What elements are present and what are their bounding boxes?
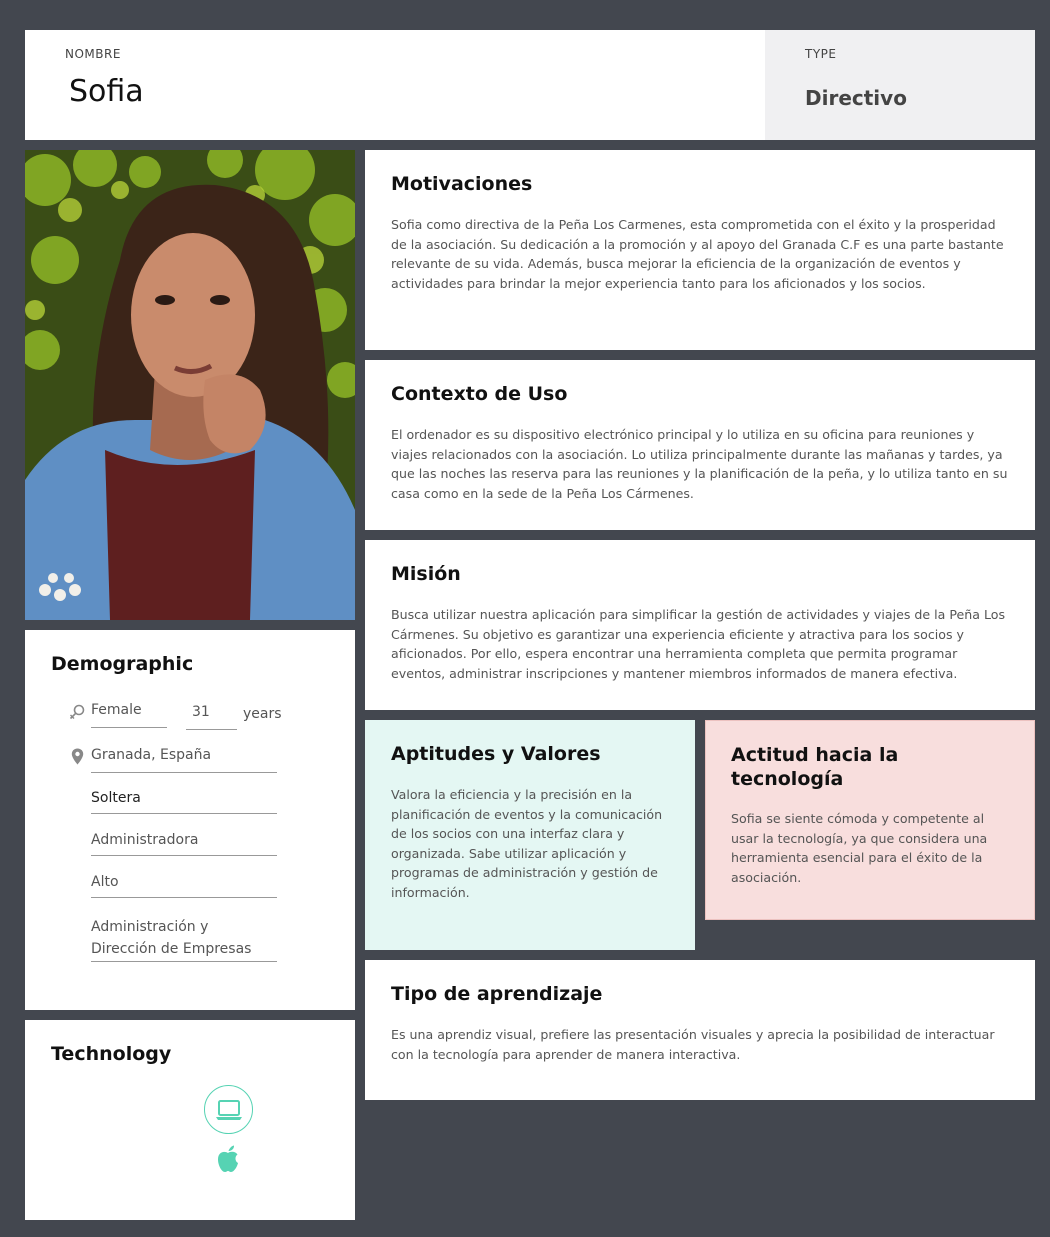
persona-photo — [25, 150, 355, 620]
laptop-icon — [204, 1085, 253, 1134]
type-caption: TYPE — [805, 47, 837, 61]
marital-status-field[interactable]: Soltera — [91, 790, 277, 814]
apple-icon — [215, 1144, 241, 1174]
aptitudes-title: Aptitudes y Valores — [391, 743, 601, 765]
income-level-field[interactable]: Alto — [91, 874, 277, 898]
contexto-card: Contexto de Uso El ordenador es su dispo… — [365, 360, 1035, 530]
aptitudes-card: Aptitudes y Valores Valora la eficiencia… — [365, 720, 695, 950]
age-unit-label: years — [243, 706, 282, 722]
demographic-title: Demographic — [51, 653, 194, 675]
aprendizaje-title: Tipo de aprendizaje — [391, 983, 603, 1005]
persona-name: Sofia — [69, 74, 144, 109]
motivaciones-card: Motivaciones Sofia como directiva de la … — [365, 150, 1035, 350]
technology-title: Technology — [51, 1043, 172, 1065]
location-pin-icon — [71, 748, 84, 769]
gender-icon — [69, 704, 85, 724]
mision-text: Busca utilizar nuestra aplicación para s… — [391, 607, 1006, 681]
demographic-card: Demographic Female 31 years Granada, Esp… — [25, 630, 355, 1010]
aprendizaje-text: Es una aprendiz visual, prefiere las pre… — [391, 1027, 995, 1062]
technology-card: Technology — [25, 1020, 355, 1220]
motivaciones-text: Sofia como directiva de la Peña Los Carm… — [391, 217, 1004, 291]
location-field[interactable]: Granada, España — [91, 747, 277, 773]
contexto-text: El ordenador es su dispositivo electróni… — [391, 427, 1008, 501]
mision-title: Misión — [391, 563, 461, 585]
education-field[interactable]: Administración y Dirección de Empresas — [91, 916, 277, 962]
contexto-title: Contexto de Uso — [391, 383, 568, 405]
mision-card: Misión Busca utilizar nuestra aplicación… — [365, 540, 1035, 710]
age-field[interactable]: 31 — [186, 704, 237, 730]
aptitudes-text: Valora la eficiencia y la precisión en l… — [391, 787, 663, 900]
motivaciones-title: Motivaciones — [391, 173, 533, 195]
aprendizaje-card: Tipo de aprendizaje Es una aprendiz visu… — [365, 960, 1035, 1100]
persona-name-card: NOMBRE Sofia — [25, 30, 765, 140]
name-caption: NOMBRE — [65, 47, 121, 61]
actitud-title: Actitud hacia la tecnología — [731, 744, 899, 790]
actitud-text: Sofia se siente cómoda y competente al u… — [731, 811, 988, 885]
persona-type: Directivo — [805, 86, 907, 110]
actitud-card: Actitud hacia la tecnología Sofia se sie… — [705, 720, 1035, 920]
persona-type-card: TYPE Directivo — [765, 30, 1035, 140]
gender-field[interactable]: Female — [91, 702, 167, 728]
occupation-field[interactable]: Administradora — [91, 832, 277, 856]
